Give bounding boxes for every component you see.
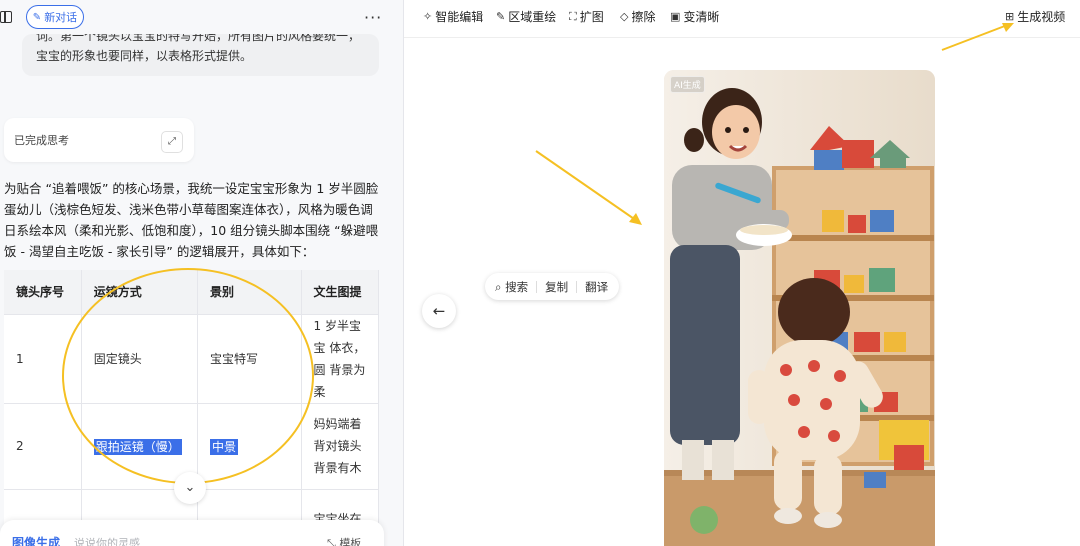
expand-icon[interactable]: ⤢ [161, 131, 183, 153]
expand-frame-icon: ⛶ [569, 9, 577, 23]
table-cell-no: 1 [4, 313, 82, 403]
answer-text: 为贴合 “追着喂饭” 的核心场景，我统一设定宝宝形象为 1 岁半圆脸蛋幼儿（浅棕… [4, 181, 379, 259]
eraser-icon: ◇ [620, 10, 629, 23]
user-message-text: 词。第一个镜头以宝宝的特写开始，所有图片的风格要统一，宝宝的形象也要同样，以表格… [36, 34, 361, 63]
selected-text[interactable]: 中景 [209, 438, 238, 455]
user-message-bubble: 词。第一个镜头以宝宝的特写开始，所有图片的风格要统一，宝宝的形象也要同样，以表格… [22, 34, 379, 76]
copy-button[interactable]: 复制 [537, 279, 576, 295]
smart-edit-button[interactable]: ✧ 智能编辑 [423, 8, 483, 25]
arrow-left-icon: ← [432, 302, 446, 320]
selection-context-menu: ⌕ 搜索 复制 翻译 [485, 273, 619, 300]
sidebar-toggle-icon[interactable] [0, 11, 12, 23]
thinking-label: 已完成思考 [14, 134, 69, 147]
template-label: 模板 [339, 537, 362, 546]
table-header-row: 镜头序号 运镜方式 景别 文生图提 [4, 270, 379, 314]
table-row: 1 固定镜头 宝宝特写 1 岁半宝宝 体衣，圆 背景为柔 [4, 313, 379, 403]
table-header-cell: 文生图提 [301, 270, 379, 314]
search-button[interactable]: ⌕ 搜索 [485, 279, 536, 295]
region-redraw-label: 区域重绘 [508, 10, 557, 24]
table-cell-shot: 宝宝特写 [197, 313, 302, 403]
selected-text[interactable]: 跟拍运镜（慢） [93, 438, 182, 455]
template-button[interactable]: ⤡ 模板 [327, 535, 361, 546]
search-icon: ⌕ [495, 279, 502, 294]
generate-video-label: 生成视频 [1017, 10, 1066, 24]
generate-video-button[interactable]: ⊞ 生成视频 [1005, 8, 1065, 25]
chat-header: ✎ 新对话 ··· [0, 0, 403, 36]
template-icon: ⤡ [327, 537, 336, 546]
ai-generated-badge: AI生成 [670, 76, 705, 93]
table-cell-move: 固定镜头 [81, 313, 198, 403]
sharpen-label: 变清晰 [683, 10, 720, 24]
prompt-input-box[interactable]: 图像生成 说说你的灵感 ⤡ 模板 [0, 520, 384, 546]
erase-label: 擦除 [631, 10, 656, 24]
new-chat-button[interactable]: ✎ 新对话 [26, 5, 84, 29]
edit-icon: ✎ [32, 11, 42, 23]
expand-image-button[interactable]: ⛶ 扩图 [569, 8, 604, 25]
table-cell-no: 2 [4, 402, 82, 489]
chevron-down-icon: ⌄ [184, 480, 196, 495]
table-header-cell: 镜头序号 [4, 270, 82, 314]
generated-image[interactable]: AI生成 [664, 70, 935, 546]
more-options-icon[interactable]: ··· [364, 8, 382, 27]
hd-icon: ▣ [670, 10, 681, 23]
annotation-arrow [535, 150, 642, 225]
brush-icon: ✎ [496, 10, 506, 23]
prompt-placeholder[interactable]: 说说你的灵感 [74, 535, 140, 546]
table-cell-desc: 妈妈端着 背对镜头 背景有木 [301, 402, 379, 489]
table-header-cell: 景别 [197, 270, 302, 314]
sharpen-button[interactable]: ▣ 变清晰 [670, 8, 719, 25]
magic-wand-icon: ✧ [423, 10, 433, 23]
region-redraw-button[interactable]: ✎ 区域重绘 [496, 8, 556, 25]
chat-panel: ✎ 新对话 ··· 词。第一个镜头以宝宝的特写开始，所有图片的风格要统一，宝宝的… [0, 0, 404, 546]
expand-image-label: 扩图 [579, 10, 604, 24]
back-button[interactable]: ← [422, 294, 456, 328]
search-label: 搜索 [505, 279, 529, 294]
translate-button[interactable]: 翻译 [577, 279, 616, 295]
new-chat-label: 新对话 [44, 11, 78, 24]
erase-button[interactable]: ◇ 擦除 [620, 8, 655, 25]
table-cell-shot: 中景 [197, 402, 302, 489]
table-header-cell: 运镜方式 [81, 270, 198, 314]
scroll-down-button[interactable]: ⌄ [174, 472, 206, 504]
video-plus-icon: ⊞ [1005, 10, 1015, 23]
smart-edit-label: 智能编辑 [435, 10, 484, 24]
image-generation-mode[interactable]: 图像生成 [12, 534, 60, 546]
illustration [664, 70, 935, 546]
table-cell-desc: 1 岁半宝宝 体衣，圆 背景为柔 [301, 313, 379, 403]
